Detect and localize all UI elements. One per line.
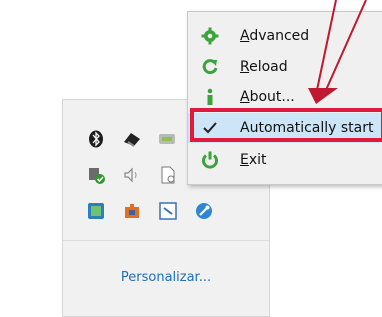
arrow-head bbox=[308, 88, 338, 104]
annotation-arrow bbox=[308, 0, 367, 104]
